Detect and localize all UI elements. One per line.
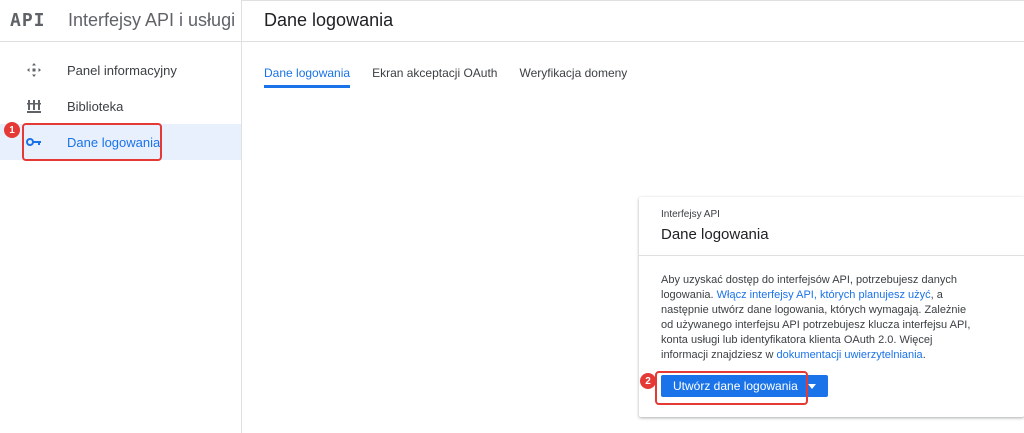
sidebar-title: Interfejsy API i usługi <box>68 10 236 30</box>
step-badge-1: 1 <box>4 122 20 138</box>
main-content: Dane logowania Dane logowania Ekran akce… <box>242 0 1024 433</box>
sidebar-header: API Interfejsy API i usługi <box>0 0 241 42</box>
highlight-box-create-button <box>655 371 808 405</box>
api-logo: API <box>10 10 46 31</box>
tab-oauth-consent[interactable]: Ekran akceptacji OAuth <box>372 58 497 88</box>
sidebar-item-label: Biblioteka <box>67 98 124 114</box>
page-title: Dane logowania <box>264 10 394 30</box>
card-header: Interfejsy API Dane logowania <box>639 197 1024 256</box>
caret-down-icon <box>807 383 816 389</box>
card-overline: Interfejsy API <box>661 209 720 220</box>
main-header: Dane logowania <box>242 0 1024 42</box>
tabs: Dane logowania Ekran akceptacji OAuth We… <box>264 58 649 88</box>
card-description: Aby uzyskać dostęp do interfejsów API, p… <box>639 256 979 363</box>
highlight-box-credentials <box>22 123 162 161</box>
library-icon <box>0 99 67 113</box>
card-title: Dane logowania <box>661 226 769 243</box>
dashboard-icon <box>0 62 67 78</box>
card-text: . <box>922 349 926 361</box>
sidebar-item-label: Panel informacyjny <box>67 62 177 78</box>
tab-domain-verification[interactable]: Weryfikacja domeny <box>519 58 627 88</box>
sidebar-item-library[interactable]: Biblioteka <box>0 88 241 124</box>
sidebar: API Interfejsy API i usługi Panel inform… <box>0 0 242 433</box>
enable-apis-link[interactable]: Włącz interfejsy API, których planujesz … <box>717 289 931 301</box>
tab-credentials[interactable]: Dane logowania <box>264 58 351 88</box>
auth-docs-link[interactable]: dokumentacji uwierzytelniania <box>777 349 923 361</box>
sidebar-item-dashboard[interactable]: Panel informacyjny <box>0 52 241 88</box>
step-badge-2: 2 <box>640 373 656 389</box>
